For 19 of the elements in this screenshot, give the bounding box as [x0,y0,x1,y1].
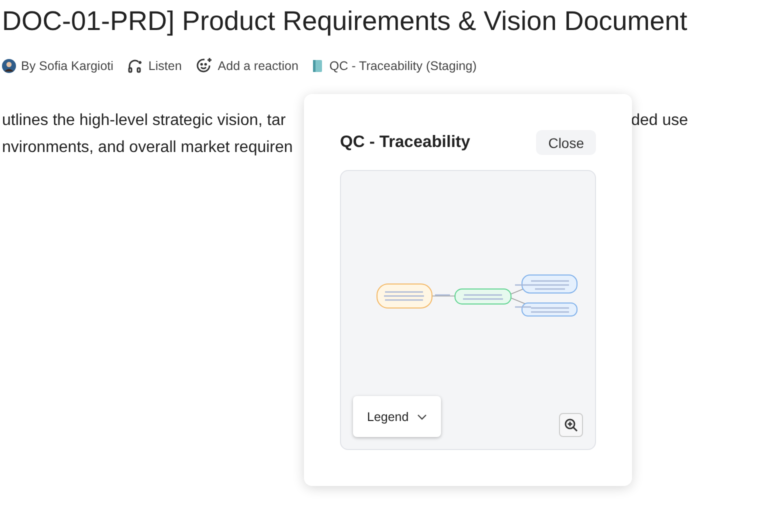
popup-title: QC - Traceability [340,133,470,152]
description-text: nvironments, and overall market requiren [2,138,293,158]
close-button[interactable]: Close [536,130,596,155]
smiley-plus-icon[interactable] [196,57,213,74]
page-link[interactable]: QC - Traceability (Staging) [329,58,477,72]
chevron-down-icon [416,414,427,420]
description-text: ded use [631,111,689,131]
legend-button[interactable]: Legend [353,396,441,437]
headphones-icon[interactable] [127,58,144,74]
zoom-in-button[interactable] [559,413,583,437]
listen-link[interactable]: Listen [148,58,182,72]
zoom-in-icon [564,418,578,432]
add-reaction-link[interactable]: Add a reaction [218,58,298,72]
diagram-canvas[interactable]: Legend [340,170,596,450]
document-title: DOC-01-PRD] Product Requirements & Vision Document [2,5,688,38]
author-name: By Sofia Kargioti [21,58,114,72]
description-text: utlines the high-level strategic vision, tar [2,111,286,131]
book-icon[interactable] [312,58,324,72]
avatar-icon [2,58,16,72]
